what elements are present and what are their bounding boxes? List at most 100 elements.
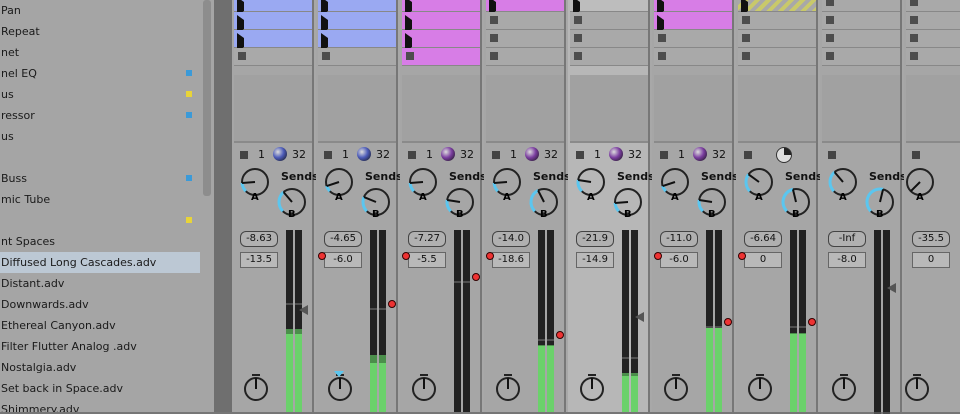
clip-empty-area[interactable] xyxy=(738,75,816,143)
track-stop-icon[interactable] xyxy=(492,151,500,159)
output-channel[interactable]: 32 xyxy=(460,148,474,161)
clip-stop-icon[interactable] xyxy=(574,16,582,24)
clip-empty-area[interactable] xyxy=(234,75,312,143)
track-stop-icon[interactable] xyxy=(324,151,332,159)
clip-slot[interactable] xyxy=(654,48,732,66)
clip-stop-icon[interactable] xyxy=(742,34,750,42)
clip-slot[interactable] xyxy=(486,30,564,48)
clip-slot[interactable] xyxy=(822,0,900,12)
clip-slot[interactable] xyxy=(906,0,960,12)
output-channel[interactable]: 32 xyxy=(628,148,642,161)
clip-slot[interactable] xyxy=(318,12,396,34)
pan-knob[interactable] xyxy=(831,372,857,402)
clip-slot[interactable] xyxy=(234,48,312,66)
clip-stop-icon[interactable] xyxy=(826,16,834,24)
browser-item[interactable] xyxy=(0,147,200,168)
peak-display[interactable]: -18.6 xyxy=(492,252,530,268)
volume-display[interactable]: -8.63 xyxy=(240,231,278,247)
clip-slot[interactable] xyxy=(570,12,648,30)
clip-stop-icon[interactable] xyxy=(742,16,750,24)
monitor-ball-icon[interactable] xyxy=(609,147,623,161)
clip-stop-icon[interactable] xyxy=(238,52,246,60)
clip-slot[interactable] xyxy=(486,0,564,16)
clip-slot[interactable] xyxy=(738,48,816,66)
clip-slot[interactable] xyxy=(738,12,816,30)
peak-display[interactable]: -13.5 xyxy=(240,252,278,268)
clip-stop-icon[interactable] xyxy=(658,52,666,60)
clip-slot[interactable] xyxy=(402,48,480,66)
clip-slot[interactable] xyxy=(906,48,960,66)
clip-stop-icon[interactable] xyxy=(910,52,918,60)
meter-clip-dot[interactable] xyxy=(724,318,732,327)
pan-arrow-icon[interactable] xyxy=(334,371,344,377)
clip-stop-icon[interactable] xyxy=(490,16,498,24)
peak-clip-dot[interactable] xyxy=(486,252,494,260)
fader-handle[interactable] xyxy=(887,283,896,293)
clip-slot[interactable] xyxy=(318,30,396,52)
clip-empty-area[interactable] xyxy=(402,75,480,143)
browser-item[interactable]: Filter Flutter Analog .adv xyxy=(0,336,200,357)
browser-item[interactable]: net xyxy=(0,42,200,63)
clip-empty-area[interactable] xyxy=(906,75,960,143)
clip-slot[interactable] xyxy=(234,12,312,34)
clip-stop-icon[interactable] xyxy=(826,52,834,60)
clip-slot[interactable] xyxy=(318,0,396,16)
clip-stop-icon[interactable] xyxy=(322,52,330,60)
volume-display[interactable]: -14.0 xyxy=(492,231,530,247)
peak-display[interactable]: -6.0 xyxy=(324,252,362,268)
clip-slot[interactable] xyxy=(570,30,648,48)
clip-stop-icon[interactable] xyxy=(658,34,666,42)
clip-slot[interactable] xyxy=(402,30,480,52)
track-stop-icon[interactable] xyxy=(576,151,584,159)
monitor-ball-icon[interactable] xyxy=(693,147,707,161)
pan-knob[interactable] xyxy=(411,372,437,402)
meter-clip-dot[interactable] xyxy=(556,331,564,340)
volume-display[interactable]: -6.64 xyxy=(744,231,782,247)
clip-stop-icon[interactable] xyxy=(406,52,414,60)
clip-slot[interactable] xyxy=(402,0,480,16)
clip-slot[interactable] xyxy=(822,12,900,30)
clip-stop-icon[interactable] xyxy=(490,52,498,60)
browser-item[interactable]: us xyxy=(0,84,200,105)
volume-display[interactable]: -21.9 xyxy=(576,231,614,247)
volume-display[interactable]: -4.65 xyxy=(324,231,362,247)
fader-handle[interactable] xyxy=(635,312,644,322)
clip-stop-icon[interactable] xyxy=(826,0,834,6)
track-stop-icon[interactable] xyxy=(828,151,836,159)
clip-slot[interactable] xyxy=(570,0,648,16)
clip-stop-icon[interactable] xyxy=(742,52,750,60)
clip-slot[interactable] xyxy=(486,12,564,30)
browser-item[interactable] xyxy=(0,210,200,231)
clip-empty-area[interactable] xyxy=(654,75,732,143)
browser-item[interactable]: Repeat xyxy=(0,21,200,42)
clip-empty-area[interactable] xyxy=(570,75,648,143)
clip-stop-icon[interactable] xyxy=(574,34,582,42)
browser-item[interactable]: Pan xyxy=(0,0,200,21)
volume-display[interactable]: -35.5 xyxy=(912,231,950,247)
output-channel[interactable]: 32 xyxy=(712,148,726,161)
clip-slot[interactable] xyxy=(738,0,816,16)
clip-slot[interactable] xyxy=(822,30,900,48)
clip-stop-icon[interactable] xyxy=(490,34,498,42)
clip-slot[interactable] xyxy=(654,12,732,34)
pan-knob[interactable] xyxy=(579,372,605,402)
browser-item[interactable]: Buss xyxy=(0,168,200,189)
input-channel[interactable]: 1 xyxy=(678,148,685,161)
track-stop-icon[interactable] xyxy=(240,151,248,159)
clip-slot[interactable] xyxy=(486,48,564,66)
track-stop-icon[interactable] xyxy=(660,151,668,159)
volume-display[interactable]: -7.27 xyxy=(408,231,446,247)
track-stop-icon[interactable] xyxy=(744,151,752,159)
browser-item[interactable]: Downwards.adv xyxy=(0,294,200,315)
browser-item[interactable]: us xyxy=(0,126,200,147)
clip-slot[interactable] xyxy=(654,30,732,48)
browser-item[interactable]: ressor xyxy=(0,105,200,126)
browser-item[interactable]: Shimmery.adv xyxy=(0,399,200,412)
browser-item[interactable]: nel EQ xyxy=(0,63,200,84)
clip-slot[interactable] xyxy=(570,48,648,66)
track-stop-icon[interactable] xyxy=(912,151,920,159)
input-channel[interactable]: 1 xyxy=(258,148,265,161)
fader-handle[interactable] xyxy=(299,305,308,315)
browser-item[interactable]: Distant.adv xyxy=(0,273,200,294)
browser-item[interactable]: nt Spaces xyxy=(0,231,200,252)
